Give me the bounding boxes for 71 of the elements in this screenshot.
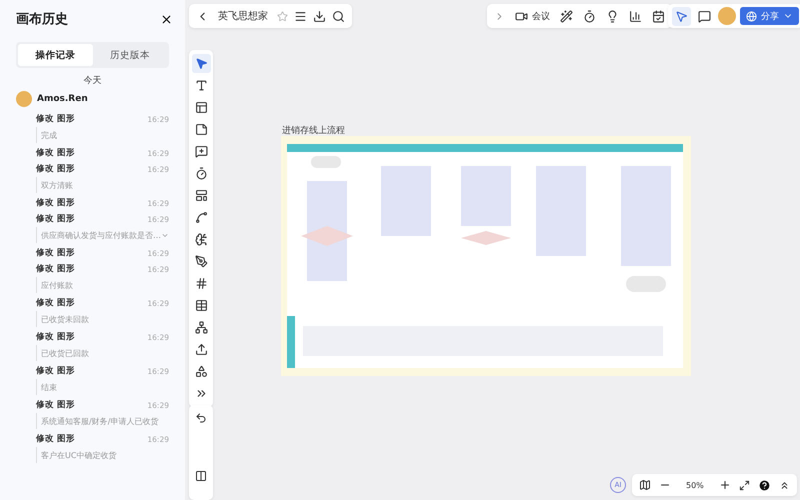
timer-icon (194, 167, 208, 180)
entry-detail: 供应商确认发货与应付账款是否… (41, 230, 161, 240)
user-name: Amos.Ren (37, 94, 88, 104)
pen-icon (194, 255, 208, 268)
pointer-icon (194, 57, 208, 70)
hash-icon (194, 277, 208, 290)
entry-detail: 客户在UC中确定收货 (41, 450, 116, 460)
tab[interactable]: 操作记录 (18, 44, 92, 66)
share-button[interactable]: 分享 (740, 7, 799, 25)
entry-detail: 应付账款 (41, 280, 73, 290)
search-icon (332, 10, 345, 22)
plus-icon (718, 479, 731, 491)
diagram-caption: 进销存线上流程 (282, 124, 345, 137)
action-label: 修改 图形 (36, 331, 75, 343)
lightbulb-icon (606, 10, 619, 22)
brain-icon (194, 233, 208, 246)
action-label: 修改 图形 (36, 297, 75, 309)
text-icon (194, 79, 208, 92)
entry-detail: 完成 (41, 130, 57, 140)
entry-detail: 系统通知客服/财务/申请人已收货 (41, 416, 158, 426)
help-icon (758, 478, 771, 492)
connector-icon (194, 211, 208, 224)
timer-icon (583, 10, 596, 22)
action-label: 修改 图形 (36, 197, 75, 209)
select-tool[interactable] (192, 54, 210, 73)
chart-icon (629, 10, 642, 22)
globe-icon (746, 10, 757, 22)
avatar (16, 91, 32, 107)
tab[interactable]: 历史版本 (92, 44, 167, 66)
shapes-icon (194, 365, 208, 378)
action-label: 修改 图形 (36, 147, 75, 159)
action-label: 修改 图形 (36, 399, 75, 411)
action-label: 修改 图形 (36, 433, 75, 445)
pointer-icon (675, 10, 688, 22)
close-icon[interactable] (160, 12, 173, 26)
video-icon (515, 10, 528, 22)
columns-icon (195, 470, 207, 482)
expand-icon (738, 480, 750, 490)
entry-detail: 已收货已回款 (41, 348, 89, 358)
comment-icon (194, 145, 208, 158)
entry-detail: 已收货未回款 (41, 314, 89, 324)
action-label: 修改 图形 (36, 247, 75, 259)
sticky-note-icon (194, 123, 208, 136)
panel-title: 画布历史 (16, 11, 68, 28)
action-label: 修改 图形 (36, 213, 75, 225)
entry-detail: 双方清账 (41, 180, 73, 190)
zoom-level: 50% (686, 480, 704, 490)
menu-icon (294, 10, 307, 22)
table-icon (194, 299, 208, 312)
map-icon (639, 479, 651, 491)
meeting-button[interactable]: 会议 (512, 6, 553, 26)
download-icon (313, 10, 326, 22)
day-label: 今天 (84, 74, 102, 87)
network-icon (194, 321, 208, 334)
more-icon (194, 387, 208, 400)
wand-icon (560, 10, 573, 22)
template-icon (194, 189, 208, 202)
action-label: 修改 图形 (36, 263, 75, 275)
action-label: 修改 图形 (36, 163, 75, 175)
star-icon (277, 10, 288, 22)
comment-icon (698, 10, 711, 22)
action-label: 修改 图形 (36, 365, 75, 377)
undo-icon (195, 412, 207, 424)
entry-detail: 结束 (41, 382, 57, 392)
board-title: 英飞思想家 (218, 10, 268, 23)
upload-icon (194, 343, 208, 356)
chevrons-up-icon (778, 480, 790, 490)
frame-icon (194, 101, 208, 114)
calendar-icon (652, 10, 665, 22)
action-label: 修改 图形 (36, 113, 75, 125)
pointer-button[interactable] (672, 6, 691, 26)
